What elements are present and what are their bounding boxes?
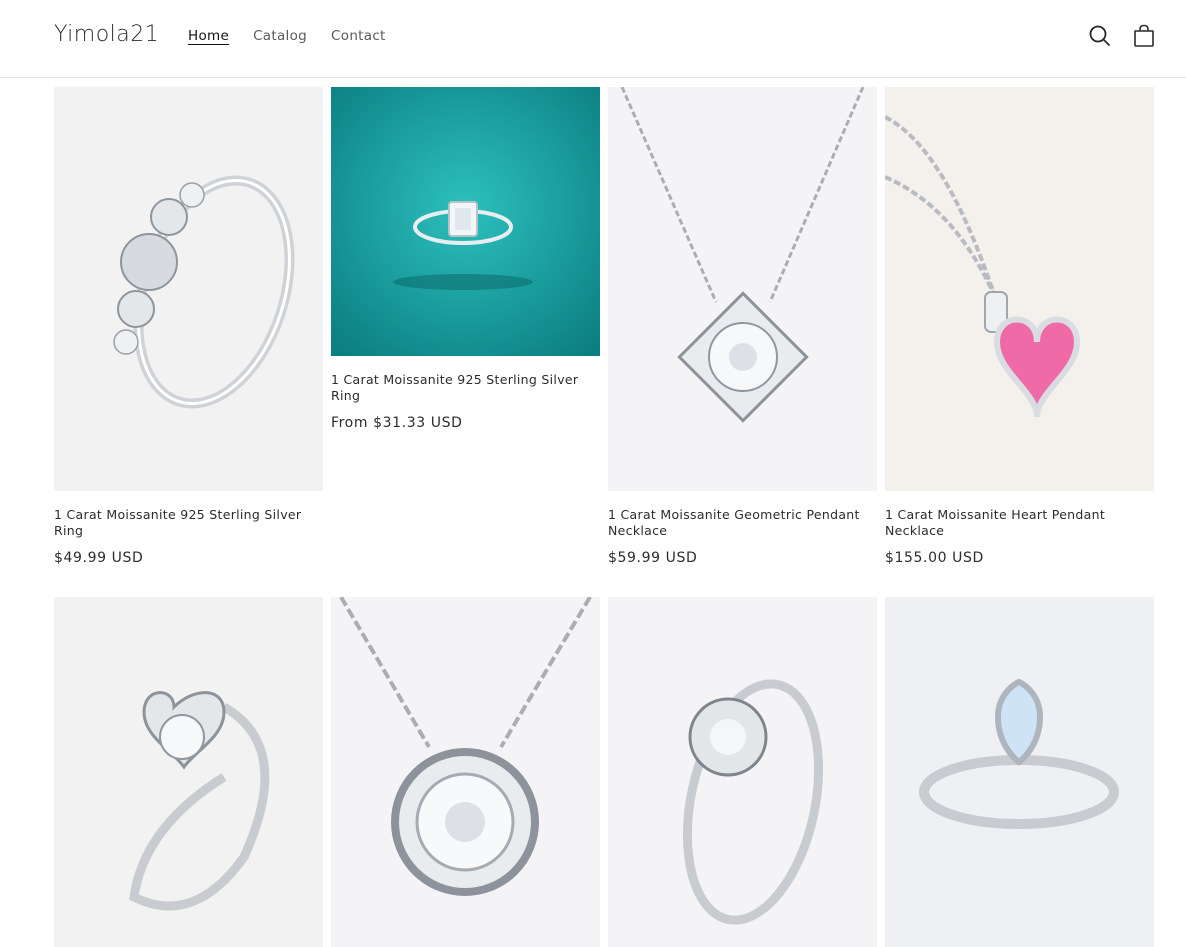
search-button[interactable] [1086, 22, 1114, 50]
ring-icon [331, 87, 600, 356]
cart-button[interactable] [1130, 22, 1158, 50]
necklace-icon [885, 115, 1081, 418]
nav-home-link[interactable]: Home [188, 28, 229, 44]
product-image-ring-pear-halo[interactable] [885, 597, 1154, 947]
necklace-icon [339, 597, 592, 896]
product-card[interactable] [331, 597, 600, 947]
product-card[interactable]: 1 Carat Moissanite 925 Sterling Silver R… [331, 87, 600, 431]
ring-icon [113, 175, 295, 409]
product-image-ring-solitaire-twist[interactable] [608, 597, 877, 947]
necklace-icon [620, 87, 865, 423]
ring-icon [919, 678, 1119, 829]
product-image-ring-emerald-cut-teal[interactable] [331, 87, 600, 356]
nav-contact-link[interactable]: Contact [331, 28, 386, 44]
product-image-ring-heart-swirl[interactable] [54, 597, 323, 947]
product-image-ring-three-stone[interactable] [54, 87, 323, 491]
search-icon [1089, 25, 1110, 46]
product-price: From $31.33 USD [331, 415, 463, 431]
nav-catalog-link[interactable]: Catalog [253, 28, 307, 44]
product-title[interactable]: 1 Carat Moissanite 925 Sterling Silver R… [331, 372, 600, 404]
product-image-necklace-pink-heart[interactable] [885, 87, 1154, 491]
product-price: $49.99 USD [54, 550, 144, 566]
product-card[interactable] [54, 597, 323, 947]
product-image-necklace-square-halo[interactable] [608, 87, 877, 491]
product-card[interactable] [885, 597, 1154, 947]
product-price: $155.00 USD [885, 550, 984, 566]
main-nav: Home Catalog Contact [188, 28, 386, 44]
product-card[interactable]: 1 Carat Moissanite 925 Sterling Silver R… [54, 87, 323, 566]
site-header: Yimola21 Home Catalog Contact [0, 0, 1186, 78]
site-logo[interactable]: Yimola21 [54, 22, 159, 47]
product-card[interactable] [608, 597, 877, 947]
cart-icon [1134, 24, 1154, 47]
product-title[interactable]: 1 Carat Moissanite Geometric Pendant Nec… [608, 507, 877, 539]
product-image-necklace-bezel-round[interactable] [331, 597, 600, 947]
product-title[interactable]: 1 Carat Moissanite Heart Pendant Necklac… [885, 507, 1154, 539]
product-card[interactable]: 1 Carat Moissanite Heart Pendant Necklac… [885, 87, 1154, 566]
product-title[interactable]: 1 Carat Moissanite 925 Sterling Silver R… [54, 507, 323, 539]
product-card[interactable]: 1 Carat Moissanite Geometric Pendant Nec… [608, 87, 877, 566]
ring-icon [129, 691, 270, 911]
product-price: $59.99 USD [608, 550, 698, 566]
ring-icon [682, 679, 824, 925]
